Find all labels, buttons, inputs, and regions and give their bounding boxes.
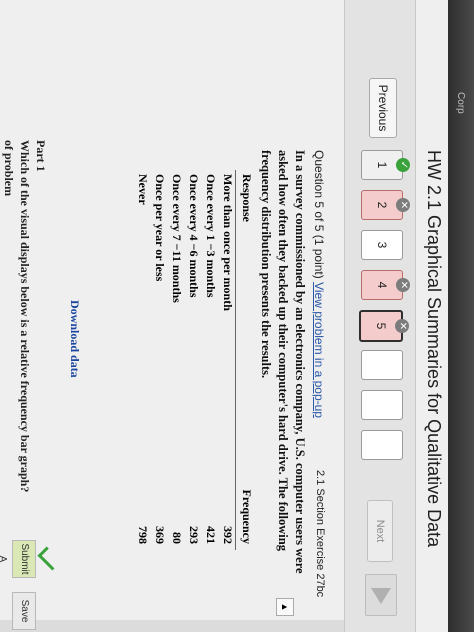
rotated-screen: Corp HW 2.1 Graphical Summaries for Qual… (0, 0, 474, 632)
question-4-button[interactable]: ✕ 4 (361, 270, 410, 300)
x-icon: ✕ (395, 319, 409, 333)
part-footer-fragment: of problem (2, 140, 16, 197)
right-side-panel (0, 620, 344, 632)
frequency-cell: 369 (153, 526, 167, 544)
question-1-button[interactable]: ✓ 1 (361, 150, 410, 180)
check-icon (37, 546, 62, 571)
question-number: 2 (375, 201, 389, 209)
section-label: 2.1 Section Exercise 27bc (314, 470, 326, 598)
table-row: Once every 1 −3 months 421 (201, 170, 218, 550)
question-number: 5 (374, 322, 388, 330)
header-frequency: Frequency (240, 489, 254, 544)
download-data-link[interactable]: Download data (67, 300, 82, 378)
question-label: Question 5 of 5 (1 point) (312, 150, 326, 279)
table-row: More than once per month 392 (218, 170, 235, 550)
frequency-cell: 293 (187, 526, 201, 544)
check-icon: ✓ (396, 158, 410, 172)
question-line: Question 5 of 5 (1 point) View problem i… (312, 150, 326, 418)
problem-text: In a survey commissioned by an electroni… (259, 150, 307, 574)
question-nav: Previous ✓ 1 ✕ 2 3 ✕ 4 ✕ 5 Next (344, 0, 416, 632)
table-row: Once per year or less 369 (150, 170, 167, 550)
submit-button[interactable]: Submit A (0, 540, 36, 578)
question-slot-empty (361, 430, 403, 460)
frequency-cell: 421 (204, 526, 218, 544)
table-header: Response Frequency (235, 170, 254, 550)
question-3-button[interactable]: 3 (361, 230, 403, 260)
response-cell: More than once per month (221, 174, 235, 311)
frequency-cell: 392 (221, 526, 235, 544)
response-cell: Once every 4 −6 months (187, 174, 201, 298)
frequency-cell: 798 (136, 526, 150, 544)
response-cell: Once every 7 −11 months (170, 174, 184, 303)
table-row: Never 798 (133, 170, 150, 550)
x-icon: ✕ (396, 198, 410, 212)
question-2-button[interactable]: ✕ 2 (361, 190, 410, 220)
x-icon: ✕ (396, 278, 410, 292)
response-cell: Never (136, 174, 150, 205)
response-cell: Once every 1 −3 months (204, 174, 218, 298)
part-question: Which of the visual displays below is a … (18, 140, 32, 493)
browser-top-strip: Corp (448, 0, 474, 632)
question-number: 1 (375, 161, 389, 169)
brand-label: Corp (455, 92, 466, 114)
page-title: HW 2.1 Graphical Summaries for Qualitati… (424, 150, 444, 548)
part-label: Part 1 (34, 140, 48, 172)
response-cell: Once per year or less (153, 174, 167, 282)
next-button[interactable]: Next (367, 500, 393, 562)
question-5-button[interactable]: ✕ 5 (359, 310, 409, 342)
table-row: Once every 7 −11 months 80 (167, 170, 184, 550)
save-button[interactable]: Save (12, 592, 36, 630)
frequency-table: Response Frequency More than once per mo… (133, 170, 254, 550)
question-slot-empty (361, 350, 403, 380)
question-slot-empty (361, 390, 403, 420)
table-row: Once every 4 −6 months 293 (184, 170, 201, 550)
previous-button[interactable]: Previous (369, 78, 397, 138)
popup-link[interactable]: View problem in a pop-up (312, 282, 326, 418)
question-number: 3 (375, 241, 389, 249)
frequency-cell: 80 (170, 532, 184, 544)
forward-arrow-icon[interactable] (365, 574, 397, 616)
header-response: Response (240, 174, 254, 223)
collapse-arrow-icon[interactable]: ▲ (276, 598, 294, 616)
question-number: 4 (375, 281, 389, 289)
